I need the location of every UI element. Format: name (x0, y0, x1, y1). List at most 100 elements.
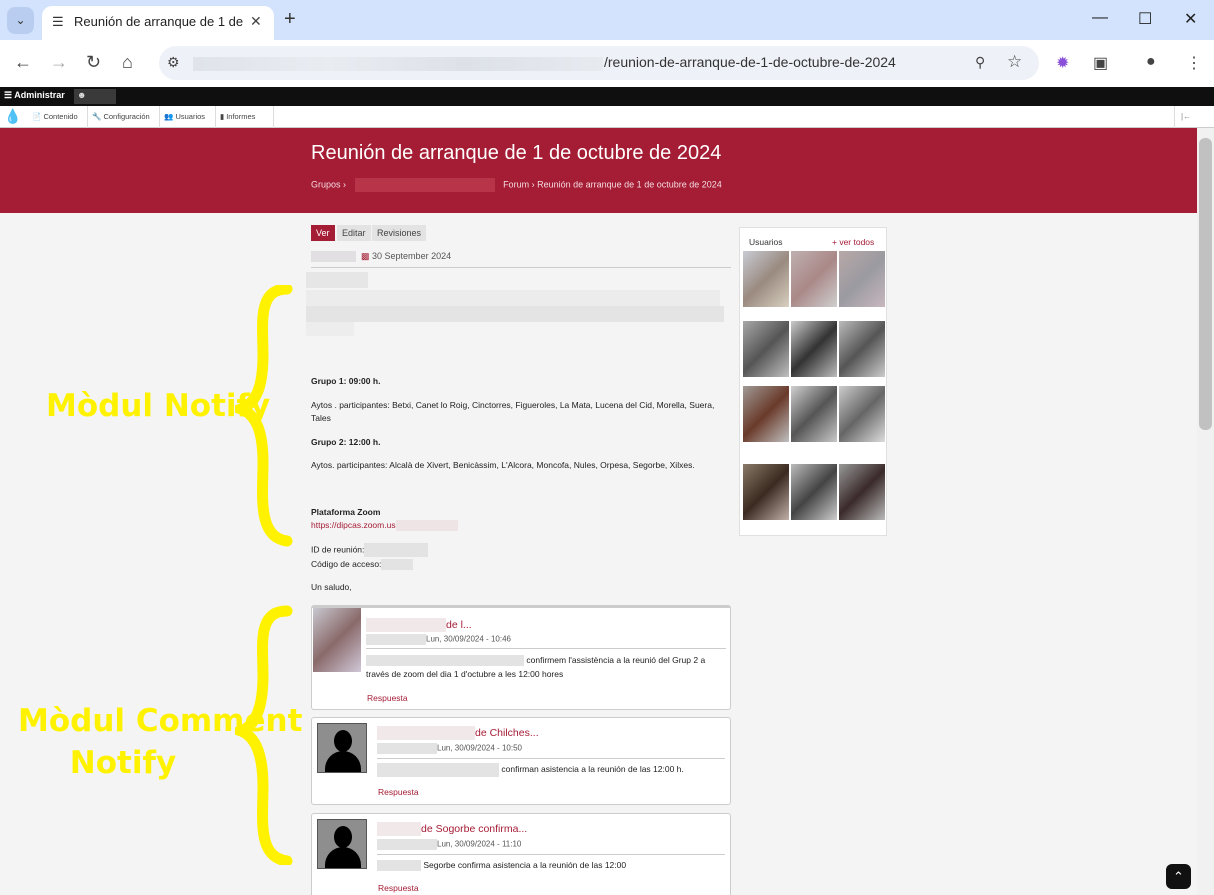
reload-icon[interactable]: ↻ (86, 52, 101, 73)
admin-tray: 💧 📄 Contenido 🔧 Configuración 👥 Usuarios… (0, 106, 1214, 128)
comment-body: confirman asistencia a la reunión de las… (377, 762, 725, 777)
user-avatar[interactable] (839, 464, 885, 520)
author-redacted (311, 251, 356, 262)
breadcrumb-current: Reunión de arranque de 1 de octubre de 2… (537, 179, 722, 190)
extensions-puzzle-icon[interactable]: ▣ (1093, 53, 1108, 73)
user-icon: ☻ (77, 90, 87, 100)
comment-reply-link[interactable]: Respuesta (378, 883, 419, 893)
maximize-icon[interactable]: ☐ (1138, 9, 1152, 29)
breadcrumb-grupos[interactable]: Grupos (311, 179, 341, 189)
breadcrumb-group-redacted[interactable] (354, 178, 495, 192)
node-date: 30 September 2024 (372, 251, 452, 261)
user-avatar[interactable] (839, 386, 885, 442)
comment-reply-link[interactable]: Respuesta (378, 787, 419, 797)
tray-item-usuarios[interactable]: 👥 Usuarios (160, 106, 216, 128)
tray-orientation-toggle[interactable]: |← (1174, 106, 1214, 128)
tab-editar[interactable]: Editar (337, 225, 371, 241)
comment-author-avatar[interactable] (313, 608, 361, 672)
grupo2-participants: Aytos. participantes: Alcalà de Xivert, … (311, 460, 695, 470)
site-info-icon[interactable]: ⚙ (167, 54, 180, 71)
home-icon[interactable]: ⌂ (122, 52, 133, 73)
users-avatar-grid (743, 251, 886, 526)
comment-author-avatar[interactable] (317, 723, 367, 773)
annotation-braces (235, 285, 293, 865)
admin-manage-button[interactable]: ☰ Administrar (4, 90, 65, 101)
comment-title[interactable]: de l... (366, 618, 472, 632)
comment-date: Lun, 30/09/2024 - 10:46 (366, 634, 511, 645)
close-tab-icon[interactable]: ✕ (250, 13, 262, 30)
redacted-text (306, 272, 368, 288)
grupo1-participants-cont: Tales (311, 413, 331, 423)
admin-user-button[interactable]: ☻ (74, 89, 116, 104)
user-avatar[interactable] (791, 386, 837, 442)
comment-date: Lun, 30/09/2024 - 10:50 (377, 743, 522, 754)
node-meta: ▩ 30 September 2024 (311, 248, 731, 268)
address-bar[interactable]: ⚙ /reunion-de-arranque-de-1-de-octubre-d… (159, 46, 1039, 80)
page-scrollbar[interactable] (1197, 128, 1214, 895)
url-path: /reunion-de-arranque-de-1-de-octubre-de-… (604, 54, 896, 70)
zoom-icon[interactable]: ⚲ (975, 54, 985, 71)
see-all-users-link[interactable]: + ver todos (832, 237, 874, 247)
users-block: Usuarios + ver todos (739, 227, 887, 536)
comment-author-avatar[interactable] (317, 819, 367, 869)
page-header: Reunión de arranque de 1 de octubre de 2… (0, 128, 1197, 213)
back-icon[interactable]: ← (14, 52, 32, 73)
page-title: Reunión de arranque de 1 de octubre de 2… (311, 142, 722, 164)
browser-tab-bar: ⌄ ☰ Reunión de arranque de 1 de octubre … (0, 0, 1214, 40)
comment: de l... Lun, 30/09/2024 - 10:46 confirme… (311, 605, 731, 710)
site-favicon-icon: ☰ (52, 14, 64, 29)
tab-title: Reunión de arranque de 1 de octubre de 2… (74, 14, 244, 29)
tab-ver[interactable]: Ver (311, 225, 335, 241)
comment: de Chilches... Lun, 30/09/2024 - 10:50 c… (311, 717, 731, 805)
tray-item-configuracion[interactable]: 🔧 Configuración (88, 106, 160, 128)
closing-text: Un saludo, (311, 582, 352, 592)
user-avatar[interactable] (791, 321, 837, 377)
extension-gear-icon[interactable]: ✹ (1056, 53, 1069, 73)
annotation-comment-notify-line2: Notify (69, 745, 177, 781)
meeting-id: ID de reunión: (311, 543, 429, 557)
user-avatar[interactable] (743, 386, 789, 442)
zoom-link[interactable]: https://dipcas.zoom.us (311, 520, 458, 532)
browser-tab[interactable]: ☰ Reunión de arranque de 1 de octubre de… (42, 6, 274, 40)
redacted-text (306, 290, 720, 306)
user-avatar[interactable] (839, 251, 885, 307)
user-avatar[interactable] (743, 251, 789, 307)
zoom-title: Plataforma Zoom (311, 507, 381, 517)
new-tab-button[interactable]: + (284, 8, 296, 31)
comment-title[interactable]: de Sogorbe confirma... (377, 822, 527, 836)
forward-icon[interactable]: → (50, 52, 68, 73)
scroll-thumb[interactable] (1199, 138, 1212, 430)
profile-icon[interactable]: ● (1146, 53, 1156, 71)
redacted-text (306, 322, 354, 336)
scroll-to-top-button[interactable]: ⌃ (1166, 864, 1191, 889)
users-block-title: Usuarios (749, 237, 783, 247)
comment-body: confirmem l'assistència a la reunió del … (366, 655, 706, 679)
tab-search-button[interactable]: ⌄ (7, 7, 34, 34)
menu-kebab-icon[interactable]: ⋮ (1186, 53, 1202, 73)
tray-item-contenido[interactable]: 📄 Contenido (28, 106, 88, 128)
user-avatar[interactable] (791, 251, 837, 307)
grupo1-title: Grupo 1: 09:00 h. (311, 376, 381, 386)
minimize-icon[interactable]: — (1092, 9, 1108, 27)
grupo2-title: Grupo 2: 12:00 h. (311, 437, 381, 447)
access-code: Código de acceso: (311, 559, 414, 571)
breadcrumb-forum[interactable]: Forum (503, 179, 529, 189)
user-avatar[interactable] (743, 464, 789, 520)
drupal-logo-icon[interactable]: 💧 (4, 108, 24, 126)
tab-revisiones[interactable]: Revisiones (372, 225, 427, 241)
comment-date: Lun, 30/09/2024 - 11:10 (377, 839, 521, 850)
annotation-notify: Mòdul Notify (46, 388, 271, 424)
tray-item-informes[interactable]: ▮ Informes (216, 106, 274, 128)
comment-reply-link[interactable]: Respuesta (367, 693, 408, 703)
grupo1-participants: Aytos . participantes: Betxi, Canet lo R… (311, 400, 715, 410)
admin-toolbar: ☰ Administrar ☻ (0, 87, 1214, 106)
comment-body: Segorbe confirma asistencia a la reunión… (377, 858, 725, 872)
browser-toolbar: ← → ↻ ⌂ ⚙ /reunion-de-arranque-de-1-de-o… (0, 40, 1214, 87)
bookmark-star-icon[interactable]: ☆ (1007, 52, 1022, 72)
user-avatar[interactable] (743, 321, 789, 377)
user-avatar[interactable] (839, 321, 885, 377)
user-avatar[interactable] (791, 464, 837, 520)
close-window-icon[interactable]: ✕ (1184, 9, 1197, 29)
annotation-comment-notify-line1: Mòdul Comment (18, 703, 303, 739)
comment-title[interactable]: de Chilches... (377, 726, 539, 740)
